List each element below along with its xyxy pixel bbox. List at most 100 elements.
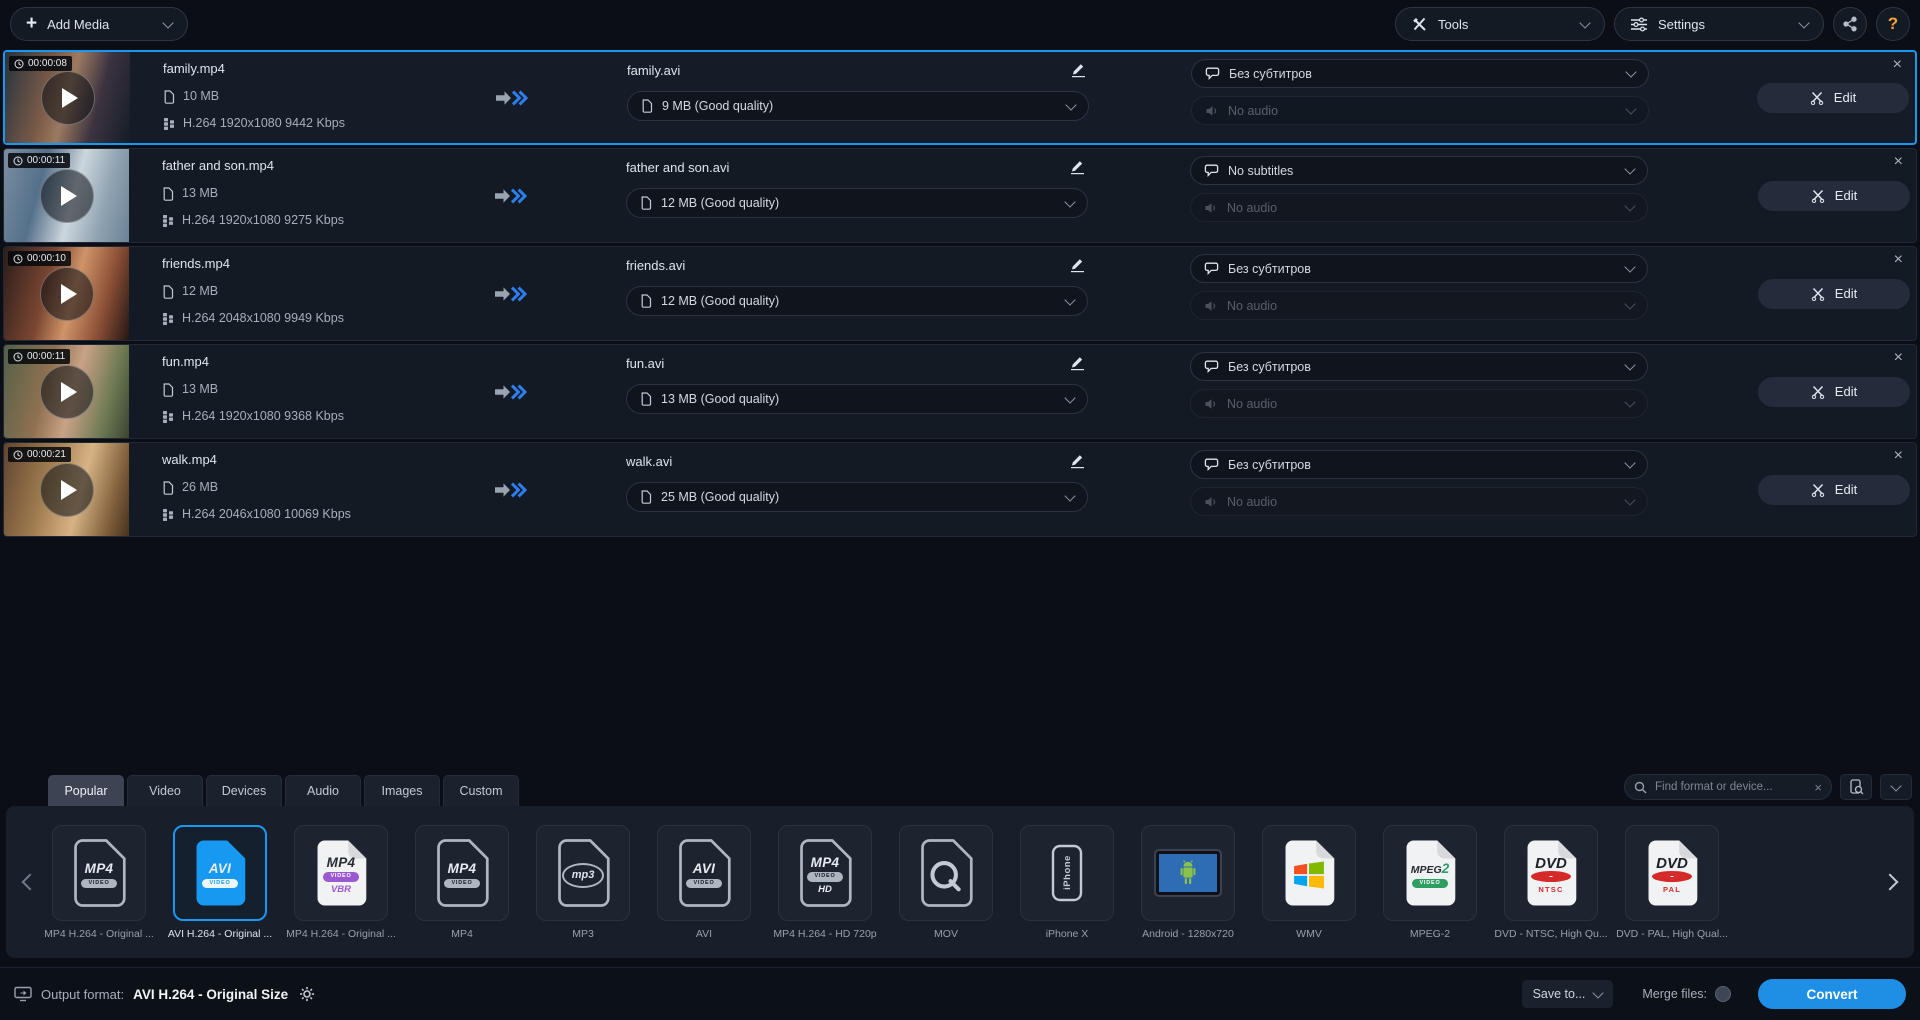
edit-button[interactable]: Edit: [1758, 181, 1910, 211]
tab-images[interactable]: Images: [364, 775, 440, 806]
device-detect-button[interactable]: [1840, 774, 1872, 800]
collapse-panel-button[interactable]: [1880, 774, 1912, 800]
preset-mpeg2[interactable]: MPEG2 VIDEO MPEG-2: [1381, 825, 1479, 940]
output-filename: family.avi: [627, 63, 680, 78]
play-button[interactable]: [40, 463, 94, 517]
subtitles-dropdown[interactable]: Без субтитров: [1190, 254, 1648, 283]
preset-mp4-h264-original-1[interactable]: MP4VIDEO MP4 H.264 - Original ...: [50, 825, 148, 940]
media-row-walk[interactable]: 00:00:21 walk.mp4 26 MB H.264 2046x1080 …: [3, 442, 1917, 537]
play-button[interactable]: [40, 267, 94, 321]
rename-icon[interactable]: [1067, 451, 1088, 471]
save-to-dropdown[interactable]: Save to...: [1522, 980, 1614, 1008]
preset-wmv[interactable]: WMV: [1260, 825, 1358, 940]
subtitles-dropdown[interactable]: Без субтитров: [1190, 352, 1648, 381]
remove-file-button[interactable]: ×: [1893, 57, 1902, 73]
video-thumbnail[interactable]: 00:00:08: [5, 52, 130, 143]
format-tabs: Popular Video Devices Audio Images Custo…: [0, 770, 1920, 806]
preset-label: iPhone X: [1046, 928, 1089, 940]
tab-popular[interactable]: Popular: [48, 775, 124, 806]
quicktime-icon: [918, 837, 974, 909]
play-button[interactable]: [40, 169, 94, 223]
source-codec: H.264 1920x1080 9442 Kbps: [183, 116, 345, 131]
audio-value: No audio: [1227, 397, 1277, 411]
settings-button[interactable]: Settings: [1614, 7, 1824, 41]
video-thumbnail[interactable]: 00:00:10: [4, 247, 129, 340]
rename-icon[interactable]: [1067, 255, 1088, 275]
duration-text: 00:00:08: [28, 58, 67, 69]
media-row-father-and-son[interactable]: 00:00:11 father and son.mp4 13 MB H.264 …: [3, 148, 1917, 243]
preset-android-1280x720[interactable]: Android - 1280x720: [1139, 825, 1237, 940]
conversion-arrow-icon: [474, 345, 546, 438]
carousel-left-button[interactable]: [14, 822, 46, 942]
audio-dropdown[interactable]: No audio: [1190, 389, 1648, 418]
tab-devices[interactable]: Devices: [206, 775, 282, 806]
tab-custom[interactable]: Custom: [443, 775, 519, 806]
play-button[interactable]: [40, 365, 94, 419]
remove-file-button[interactable]: ×: [1894, 350, 1903, 366]
preset-avi-h264-original[interactable]: AVIVIDEO AVI H.264 - Original ...: [171, 825, 269, 940]
quality-dropdown[interactable]: 13 MB (Good quality): [626, 384, 1088, 414]
tab-video[interactable]: Video: [127, 775, 203, 806]
convert-button[interactable]: Convert: [1758, 979, 1906, 1009]
video-thumbnail[interactable]: 00:00:11: [4, 345, 129, 438]
preset-iphone-x[interactable]: iPhone iPhone X: [1018, 825, 1116, 940]
tools-button[interactable]: Tools: [1395, 7, 1605, 41]
audio-dropdown[interactable]: No audio: [1191, 96, 1649, 125]
preset-mov[interactable]: MOV: [897, 825, 995, 940]
remove-file-button[interactable]: ×: [1894, 154, 1903, 170]
tab-audio[interactable]: Audio: [285, 775, 361, 806]
preset-dvd-pal[interactable]: DVD PAL DVD - PAL, High Qual...: [1623, 825, 1721, 940]
media-row-friends[interactable]: 00:00:10 friends.mp4 12 MB H.264 2048x10…: [3, 246, 1917, 341]
remove-file-button[interactable]: ×: [1894, 448, 1903, 464]
quality-dropdown[interactable]: 25 MB (Good quality): [626, 482, 1088, 512]
subtitles-dropdown[interactable]: Без субтитров: [1191, 59, 1649, 88]
search-input[interactable]: [1653, 780, 1808, 794]
rename-icon[interactable]: [1067, 353, 1088, 373]
add-media-button[interactable]: + Add Media: [10, 7, 188, 41]
audio-dropdown[interactable]: No audio: [1190, 291, 1648, 320]
video-thumbnail[interactable]: 00:00:11: [4, 149, 129, 242]
output-settings-button[interactable]: [299, 986, 315, 1002]
file-icon: [162, 187, 174, 201]
rename-icon[interactable]: [1068, 60, 1089, 80]
preset-mp4-hd-720p[interactable]: MP4VIDEOHD MP4 H.264 - HD 720p: [776, 825, 874, 940]
preset-mp3[interactable]: mp3 MP3: [534, 825, 632, 940]
source-size: 12 MB: [182, 284, 218, 299]
merge-files-toggle[interactable]: [1715, 986, 1731, 1002]
chevron-down-icon: [1624, 457, 1635, 468]
rename-icon[interactable]: [1067, 157, 1088, 177]
play-button[interactable]: [41, 71, 95, 125]
preset-mp4-h264-original-vbr[interactable]: MP4VIDEOVBR MP4 H.264 - Original ...: [292, 825, 390, 940]
quality-dropdown[interactable]: 9 MB (Good quality): [627, 91, 1089, 121]
source-size: 13 MB: [182, 382, 218, 397]
media-row-fun[interactable]: 00:00:11 fun.mp4 13 MB H.264 1920x1080 9…: [3, 344, 1917, 439]
chevron-down-icon: [1625, 103, 1636, 114]
media-row-family[interactable]: 00:00:08 family.mp4 10 MB H.264 1920x108…: [3, 50, 1917, 145]
edit-button[interactable]: Edit: [1758, 377, 1910, 407]
scissors-icon: [1811, 385, 1826, 399]
preset-dvd-ntsc[interactable]: DVD NTSC DVD - NTSC, High Qu...: [1502, 825, 1600, 940]
edit-button[interactable]: Edit: [1757, 83, 1909, 113]
preset-avi[interactable]: AVIVIDEO AVI: [655, 825, 753, 940]
source-size-line: 13 MB: [162, 186, 474, 201]
quality-dropdown[interactable]: 12 MB (Good quality): [626, 286, 1088, 316]
audio-dropdown[interactable]: No audio: [1190, 193, 1648, 222]
remove-file-button[interactable]: ×: [1894, 252, 1903, 268]
settings-sliders-icon: [1630, 17, 1648, 32]
edit-button[interactable]: Edit: [1758, 279, 1910, 309]
subtitles-dropdown[interactable]: No subtitles: [1190, 156, 1648, 185]
preset-mp4[interactable]: MP4VIDEO MP4: [413, 825, 511, 940]
subtitles-dropdown[interactable]: Без субтитров: [1190, 450, 1648, 479]
audio-dropdown[interactable]: No audio: [1190, 487, 1648, 516]
preset-label: MP4: [451, 928, 473, 940]
edit-button[interactable]: Edit: [1758, 475, 1910, 505]
chevron-right-icon: [1882, 874, 1899, 891]
quality-dropdown[interactable]: 12 MB (Good quality): [626, 188, 1088, 218]
carousel-right-button[interactable]: [1874, 822, 1906, 942]
chevron-down-icon: [1064, 392, 1075, 403]
video-thumbnail[interactable]: 00:00:21: [4, 443, 129, 536]
source-filename: walk.mp4: [162, 452, 474, 468]
search-clear-icon[interactable]: ×: [1814, 781, 1822, 794]
help-button[interactable]: ?: [1876, 7, 1910, 41]
share-button[interactable]: [1833, 7, 1867, 41]
